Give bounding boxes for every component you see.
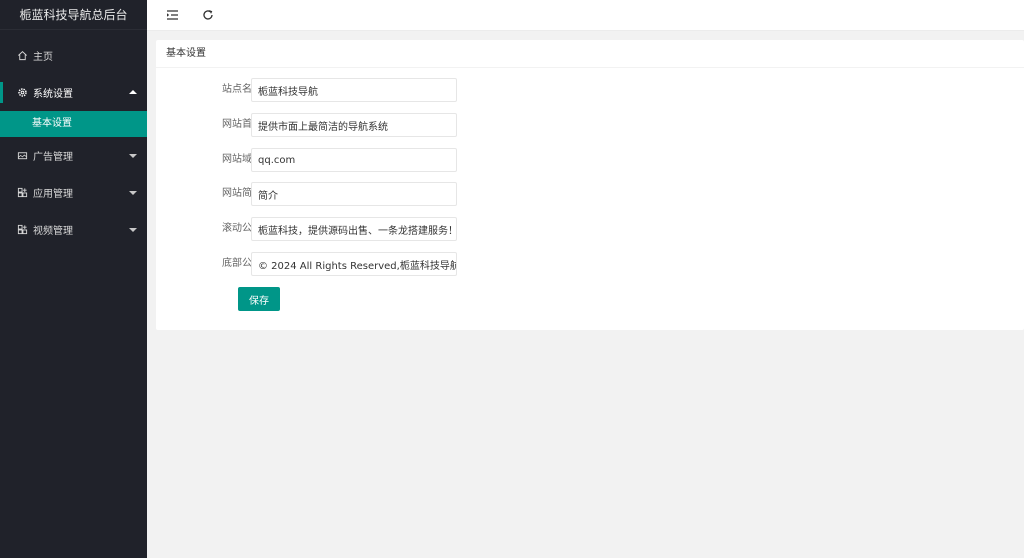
sidebar-item-label: 视频管理 <box>33 226 73 237</box>
chevron-up-icon <box>129 89 137 94</box>
form-row-homepage: 网站首页 <box>156 113 616 137</box>
home-icon <box>16 50 28 62</box>
field-label: 网站域名 <box>222 154 262 165</box>
app-title: 栀蓝科技导航总后台 <box>0 0 147 30</box>
field-label: 站点名称 <box>222 84 262 95</box>
form-row-scroll-notice: 滚动公告 <box>156 217 616 241</box>
sidebar-item-apps[interactable]: 应用管理 <box>0 174 147 211</box>
field-label: 滚动公告 <box>222 223 262 234</box>
app-icon <box>16 187 28 199</box>
indent-icon[interactable] <box>165 8 179 22</box>
sidebar-item-home[interactable]: 主页 <box>0 37 147 74</box>
sidebar-item-system-settings[interactable]: 系统设置 <box>0 74 147 111</box>
chevron-down-icon <box>129 153 137 158</box>
save-button[interactable]: 保存 <box>238 287 280 311</box>
form-row-site-name: 站点名称 <box>156 78 616 102</box>
field-label: 网站首页 <box>222 119 262 130</box>
sidebar-item-label: 系统设置 <box>33 89 73 100</box>
sidebar-item-ads[interactable]: 广告管理 <box>0 137 147 174</box>
sidebar-subitem-basic-settings[interactable]: 基本设置 <box>0 111 147 137</box>
card-title: 基本设置 <box>156 40 1024 68</box>
domain-input[interactable] <box>251 148 457 172</box>
app-icon <box>16 224 28 236</box>
field-label: 网站简介 <box>222 188 262 199</box>
chevron-down-icon <box>129 227 137 232</box>
homepage-input[interactable] <box>251 113 457 137</box>
settings-card: 基本设置 站点名称 网站首页 网站域名 网站简介 滚动公告 底部公告 保存 <box>156 40 1024 330</box>
form-row-footer-notice: 底部公告 <box>156 252 616 276</box>
scroll-notice-input[interactable] <box>251 217 457 241</box>
gear-icon <box>16 87 28 99</box>
topbar <box>147 0 1024 31</box>
sidebar-item-videos[interactable]: 视频管理 <box>0 211 147 248</box>
image-icon <box>16 150 28 162</box>
form-row-domain: 网站域名 <box>156 148 616 172</box>
sidebar-item-label: 应用管理 <box>33 189 73 200</box>
active-indicator <box>0 82 3 103</box>
footer-notice-input[interactable] <box>251 252 457 276</box>
sidebar: 栀蓝科技导航总后台 主页 系统设置 基本设置 广告管理 应用管理 视频管理 <box>0 0 147 558</box>
intro-input[interactable] <box>251 182 457 206</box>
refresh-icon[interactable] <box>201 8 215 22</box>
chevron-down-icon <box>129 190 137 195</box>
sidebar-item-label: 广告管理 <box>33 152 73 163</box>
site-name-input[interactable] <box>251 78 457 102</box>
sidebar-item-label: 主页 <box>33 52 53 63</box>
form-row-intro: 网站简介 <box>156 182 616 206</box>
field-label: 底部公告 <box>222 258 262 269</box>
